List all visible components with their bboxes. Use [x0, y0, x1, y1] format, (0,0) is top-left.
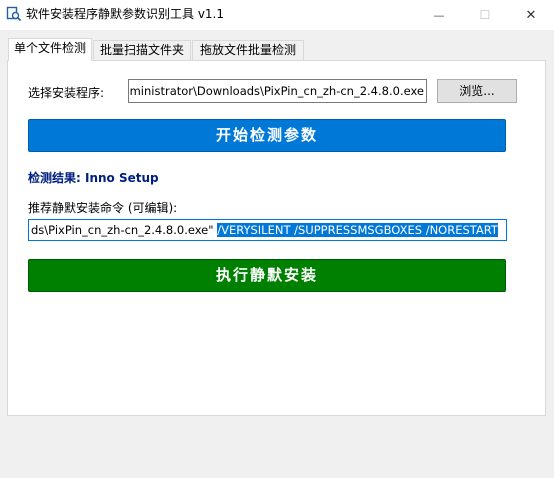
close-icon: ✕: [525, 7, 537, 23]
command-text: ds\PixPin_cn_zh-cn_2.4.8.0.exe": [31, 223, 218, 237]
tab-batch-scan-folder[interactable]: 批量扫描文件夹: [93, 40, 191, 60]
title-bar[interactable]: 软件安装程序静默参数识别工具 v1.1 — ☐ ✕: [0, 0, 554, 30]
window-title: 软件安装程序静默参数识别工具 v1.1: [26, 7, 225, 21]
minimize-icon: —: [433, 8, 445, 22]
silent-command-input[interactable]: ds\PixPin_cn_zh-cn_2.4.8.0.exe" /VERYSIL…: [28, 219, 507, 241]
maximize-icon: ☐: [479, 8, 491, 22]
run-silent-install-button[interactable]: 执行静默安装: [28, 259, 506, 292]
file-path-input[interactable]: .dministrator\Downloads\PixPin_cn_zh-cn_…: [128, 79, 427, 103]
tab-drag-drop-batch[interactable]: 拖放文件批量检测: [192, 40, 304, 60]
tab-single-file[interactable]: 单个文件检测: [8, 38, 92, 61]
tab-panel-single-file: 选择安装程序: .dministrator\Downloads\PixPin_c…: [7, 60, 546, 416]
maximize-button[interactable]: ☐: [462, 0, 508, 30]
browse-button[interactable]: 浏览...: [437, 79, 517, 103]
result-label: 检测结果:: [28, 171, 81, 185]
app-window: 软件安装程序静默参数识别工具 v1.1 — ☐ ✕ 单个文件检测 批量扫描文件夹…: [0, 0, 554, 478]
detect-result: 检测结果: Inno Setup: [28, 169, 159, 186]
select-installer-label: 选择安装程序:: [28, 86, 105, 100]
result-value: Inno Setup: [85, 171, 159, 185]
start-detect-button[interactable]: 开始检测参数: [28, 119, 506, 152]
app-icon: [6, 6, 22, 22]
minimize-button[interactable]: —: [416, 0, 462, 30]
silent-command-label: 推荐静默安装命令 (可编辑):: [28, 201, 178, 215]
close-button[interactable]: ✕: [508, 0, 554, 30]
file-path-value: .dministrator\Downloads\PixPin_cn_zh-cn_…: [128, 84, 424, 98]
command-selected-text: /VERYSILENT /SUPPRESSMSGBOXES /NORESTART: [217, 223, 498, 237]
